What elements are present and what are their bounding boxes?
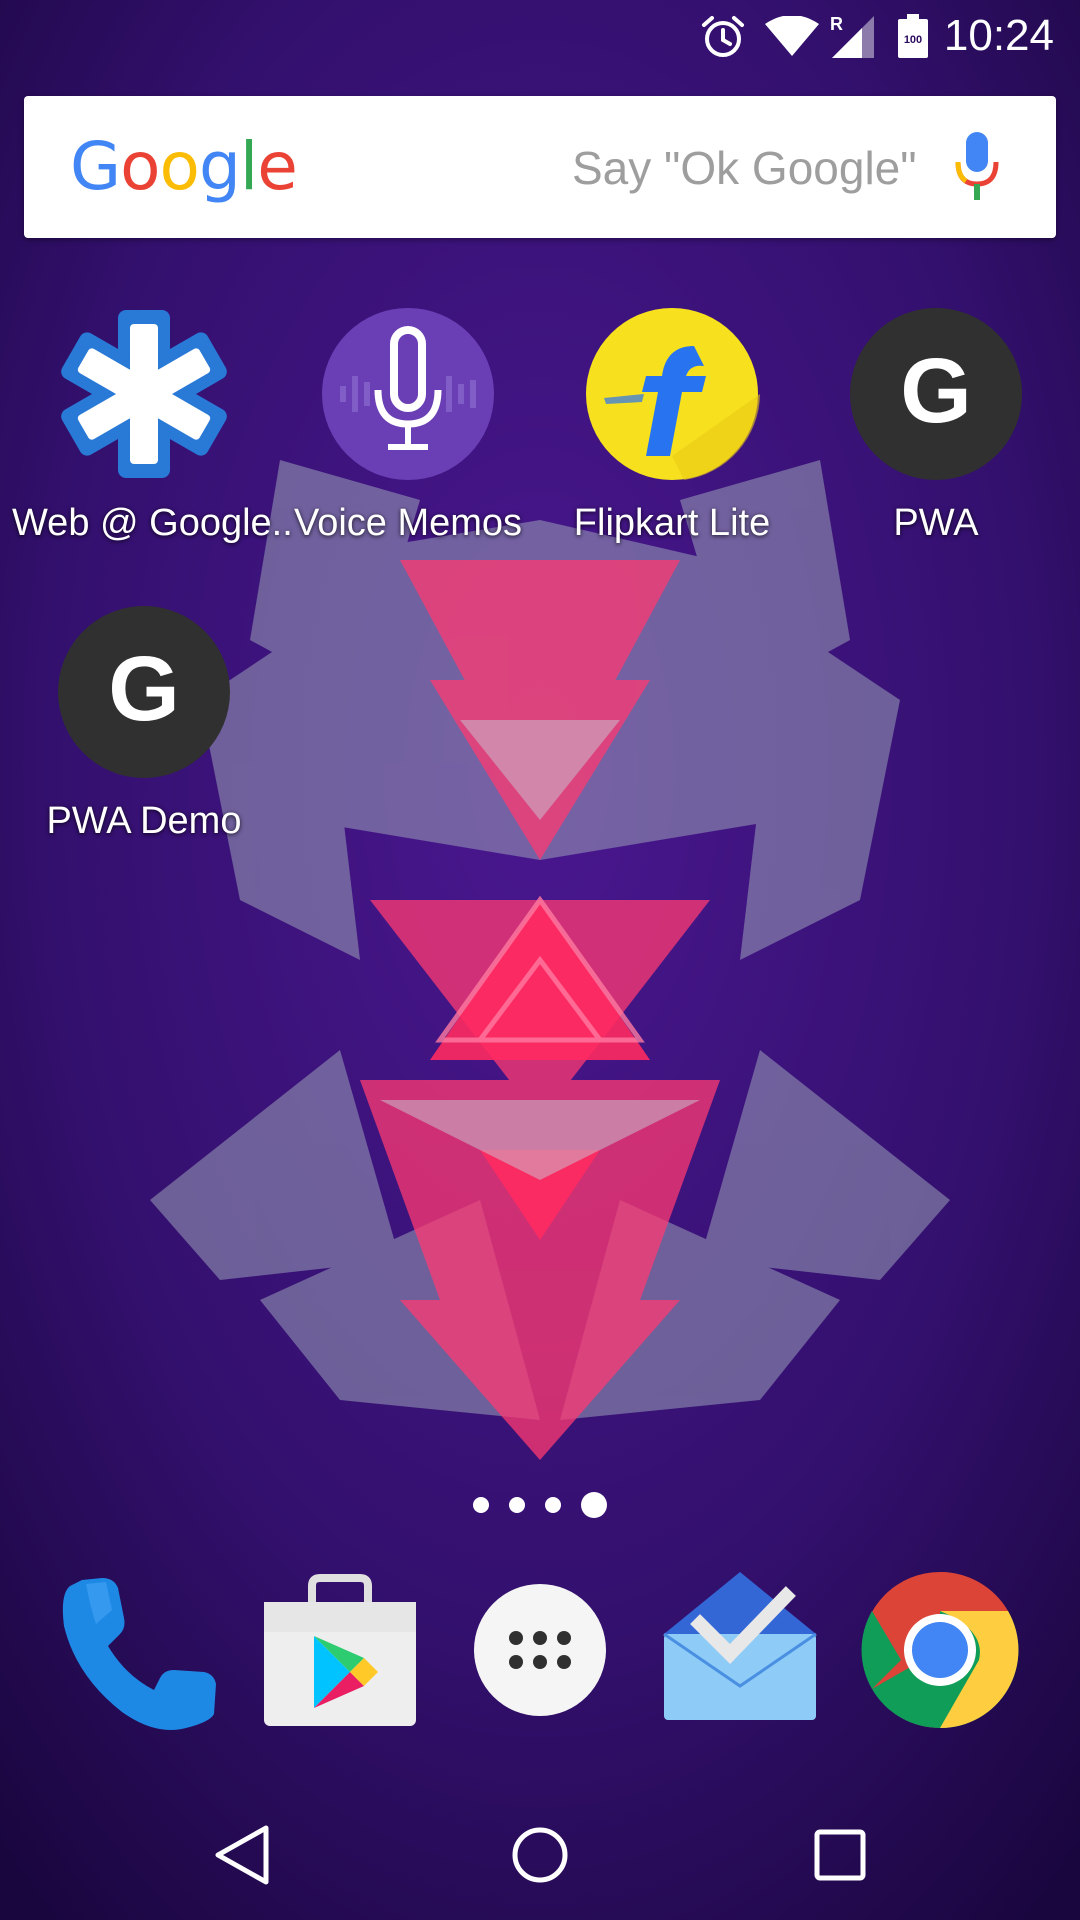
network-indicator: R	[830, 14, 843, 34]
g-letter-icon: G	[58, 606, 230, 778]
app-label: Voice Memos	[293, 502, 523, 544]
home-screen: R 100 10:24 Google Say "Ok Google" Web @…	[0, 0, 1080, 1920]
app-label: Web @ Google..	[12, 502, 293, 544]
phone-icon	[62, 1578, 216, 1730]
google-logo-letter: l	[239, 128, 258, 205]
google-logo: Google	[70, 126, 298, 208]
dock-phone[interactable]	[56, 1566, 224, 1734]
svg-text:G: G	[108, 638, 180, 740]
dock-play-store[interactable]	[256, 1566, 424, 1734]
page-dot-active[interactable]	[581, 1492, 607, 1518]
flipkart-icon	[586, 308, 760, 480]
app-web-at-google[interactable]: Web @ Google..	[12, 306, 293, 546]
page-dot[interactable]	[473, 1497, 489, 1513]
search-hint: Say "Ok Google"	[572, 142, 917, 194]
app-pwa-demo[interactable]: G PWA Demo	[12, 604, 276, 844]
dock-inbox[interactable]	[656, 1566, 824, 1734]
page-dot[interactable]	[509, 1497, 525, 1513]
status-bar: R 100 10:24	[0, 0, 1080, 72]
app-label: PWA Demo	[46, 800, 242, 842]
chrome-icon	[861, 1571, 1019, 1729]
app-voice-memos[interactable]: Voice Memos	[276, 306, 540, 546]
recents-icon[interactable]	[805, 1820, 875, 1890]
google-search-bar[interactable]: Google Say "Ok Google"	[24, 96, 1056, 238]
app-label: Flipkart Lite	[573, 502, 771, 544]
cell-signal-icon: R	[830, 14, 874, 58]
g-letter-icon: G	[850, 308, 1022, 480]
google-logo-letter: o	[159, 128, 200, 205]
wifi-icon	[765, 16, 819, 56]
alarm-icon	[702, 16, 744, 57]
asterisk-icon	[61, 310, 227, 478]
dock-app-drawer[interactable]	[456, 1566, 624, 1734]
microphone-icon	[322, 308, 494, 480]
back-icon[interactable]	[206, 1820, 276, 1890]
home-icon[interactable]	[505, 1820, 575, 1890]
battery-icon: 100	[898, 14, 928, 58]
navigation-bar	[0, 1790, 1080, 1920]
dock-chrome[interactable]	[856, 1566, 1024, 1734]
inbox-icon	[663, 1572, 817, 1720]
battery-level: 100	[903, 34, 923, 46]
app-flipkart-lite[interactable]: Flipkart Lite	[540, 306, 804, 546]
app-drawer-icon	[474, 1584, 606, 1716]
google-logo-letter: e	[257, 128, 298, 205]
page-dot[interactable]	[545, 1497, 561, 1513]
clock: 10:24	[943, 11, 1054, 60]
google-logo-letter: o	[120, 128, 160, 205]
app-label: PWA	[893, 502, 979, 544]
app-pwa[interactable]: G PWA	[804, 306, 1068, 546]
microphone-icon[interactable]	[954, 132, 1000, 206]
page-indicator	[0, 1492, 1080, 1522]
google-logo-letter: g	[198, 128, 241, 205]
play-store-icon	[264, 1574, 416, 1726]
svg-text:G: G	[900, 340, 972, 442]
google-logo-letter: G	[70, 128, 121, 205]
